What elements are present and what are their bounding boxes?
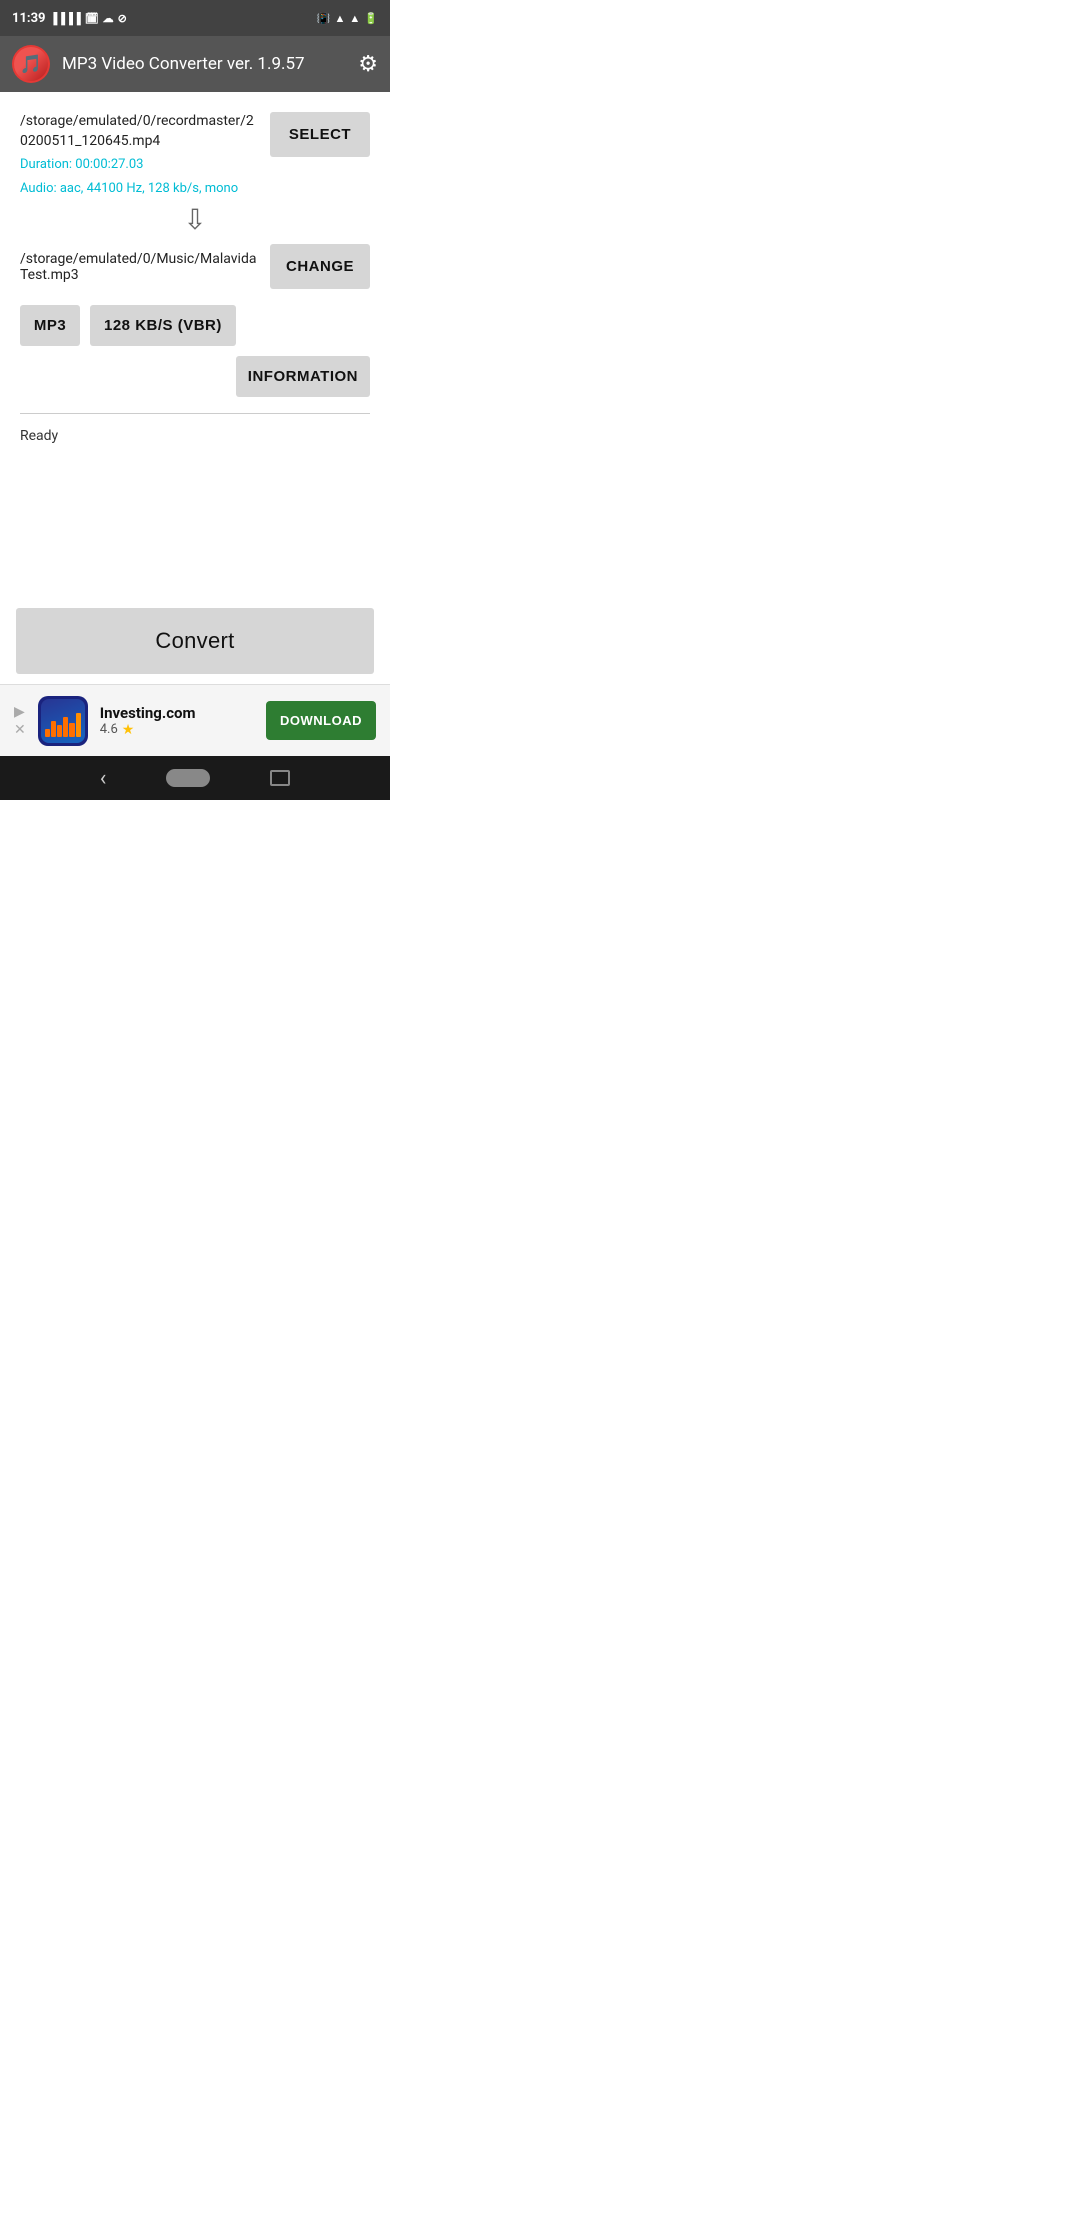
ad-rating: 4.6 ★: [100, 722, 254, 738]
information-button[interactable]: INFORMATION: [236, 356, 370, 397]
convert-button-wrap: Convert: [0, 598, 390, 684]
ad-play-icon: ▶: [14, 704, 26, 720]
divider: [20, 413, 370, 414]
ad-close-icon[interactable]: ✕: [14, 722, 26, 738]
ad-icons: ▶ ✕: [14, 704, 26, 738]
status-right: 📳 ▲ ▲ 🔋: [317, 12, 378, 25]
battery-icon: 🔋: [364, 12, 378, 25]
format-button[interactable]: MP3: [20, 305, 80, 346]
vibrate-icon: 📳: [317, 12, 331, 25]
output-file-path: /storage/emulated/0/Music/MalavidaTest.m…: [20, 251, 260, 283]
sync-icon: ⊘: [118, 12, 127, 25]
chart-bar-6: [76, 713, 81, 737]
arrow-row: ⇩: [20, 206, 370, 234]
status-bar: 11:39 ▐▐▐▐ 🗓 ☁ ⊘ 📳 ▲ ▲ 🔋: [0, 0, 390, 36]
toolbar: 🎵 MP3 Video Converter ver. 1.9.57 ⚙: [0, 36, 390, 92]
ad-app-name: Investing.com: [100, 704, 254, 722]
signal-icon: ▲: [349, 12, 360, 25]
chart-bar-3: [57, 725, 62, 737]
select-button[interactable]: SELECT: [270, 112, 370, 157]
source-file-duration: Duration: 00:00:27.03: [20, 155, 260, 175]
ad-banner: ▶ ✕ Investing.com 4.6 ★ DOWNLOAD: [0, 684, 390, 756]
format-row: MP3 128 KB/S (VBR) INFORMATION: [20, 305, 370, 397]
app-icon-inner: 🎵: [14, 47, 48, 81]
source-file-audio: Audio: aac, 44100 Hz, 128 kb/s, mono: [20, 179, 260, 199]
wifi-icon: ▲: [335, 12, 346, 25]
spacer: [0, 523, 390, 598]
home-button[interactable]: [166, 769, 210, 787]
output-file-row: /storage/emulated/0/Music/MalavidaTest.m…: [20, 244, 370, 289]
chart-bar-1: [45, 729, 50, 737]
app-title: MP3 Video Converter ver. 1.9.57: [62, 54, 346, 74]
ad-download-button[interactable]: DOWNLOAD: [266, 701, 376, 740]
convert-button[interactable]: Convert: [16, 608, 374, 674]
ad-logo: [38, 696, 88, 746]
main-content: /storage/emulated/0/recordmaster/2020051…: [0, 92, 390, 523]
chart-bar-4: [63, 717, 68, 737]
ad-text: Investing.com 4.6 ★: [100, 704, 254, 738]
app-icon: 🎵: [12, 45, 50, 83]
signal-bars-icon: ▐▐▐▐: [50, 12, 81, 25]
arrow-down-icon: ⇩: [183, 206, 206, 234]
nav-bar: ‹: [0, 756, 390, 800]
settings-icon[interactable]: ⚙: [358, 52, 378, 77]
ad-logo-inner: [41, 699, 85, 743]
chart-bar-5: [69, 723, 74, 737]
notification-icon: 🗓: [85, 12, 99, 25]
bitrate-button[interactable]: 128 KB/S (VBR): [90, 305, 236, 346]
cloud-icon: ☁: [103, 12, 114, 25]
chart-bar-2: [51, 721, 56, 737]
back-button[interactable]: ‹: [100, 766, 107, 791]
status-left: 11:39 ▐▐▐▐ 🗓 ☁ ⊘: [12, 11, 127, 26]
source-file-info: /storage/emulated/0/recordmaster/2020051…: [20, 112, 260, 198]
ad-rating-value: 4.6: [100, 722, 118, 737]
status-text: Ready: [20, 424, 370, 448]
time: 11:39: [12, 11, 46, 26]
ad-star-icon: ★: [122, 722, 135, 738]
source-file-row: /storage/emulated/0/recordmaster/2020051…: [20, 112, 370, 198]
recents-icon[interactable]: [270, 770, 290, 786]
source-file-path: /storage/emulated/0/recordmaster/2020051…: [20, 112, 260, 151]
change-button[interactable]: CHANGE: [270, 244, 370, 289]
ad-chart: [45, 713, 81, 737]
